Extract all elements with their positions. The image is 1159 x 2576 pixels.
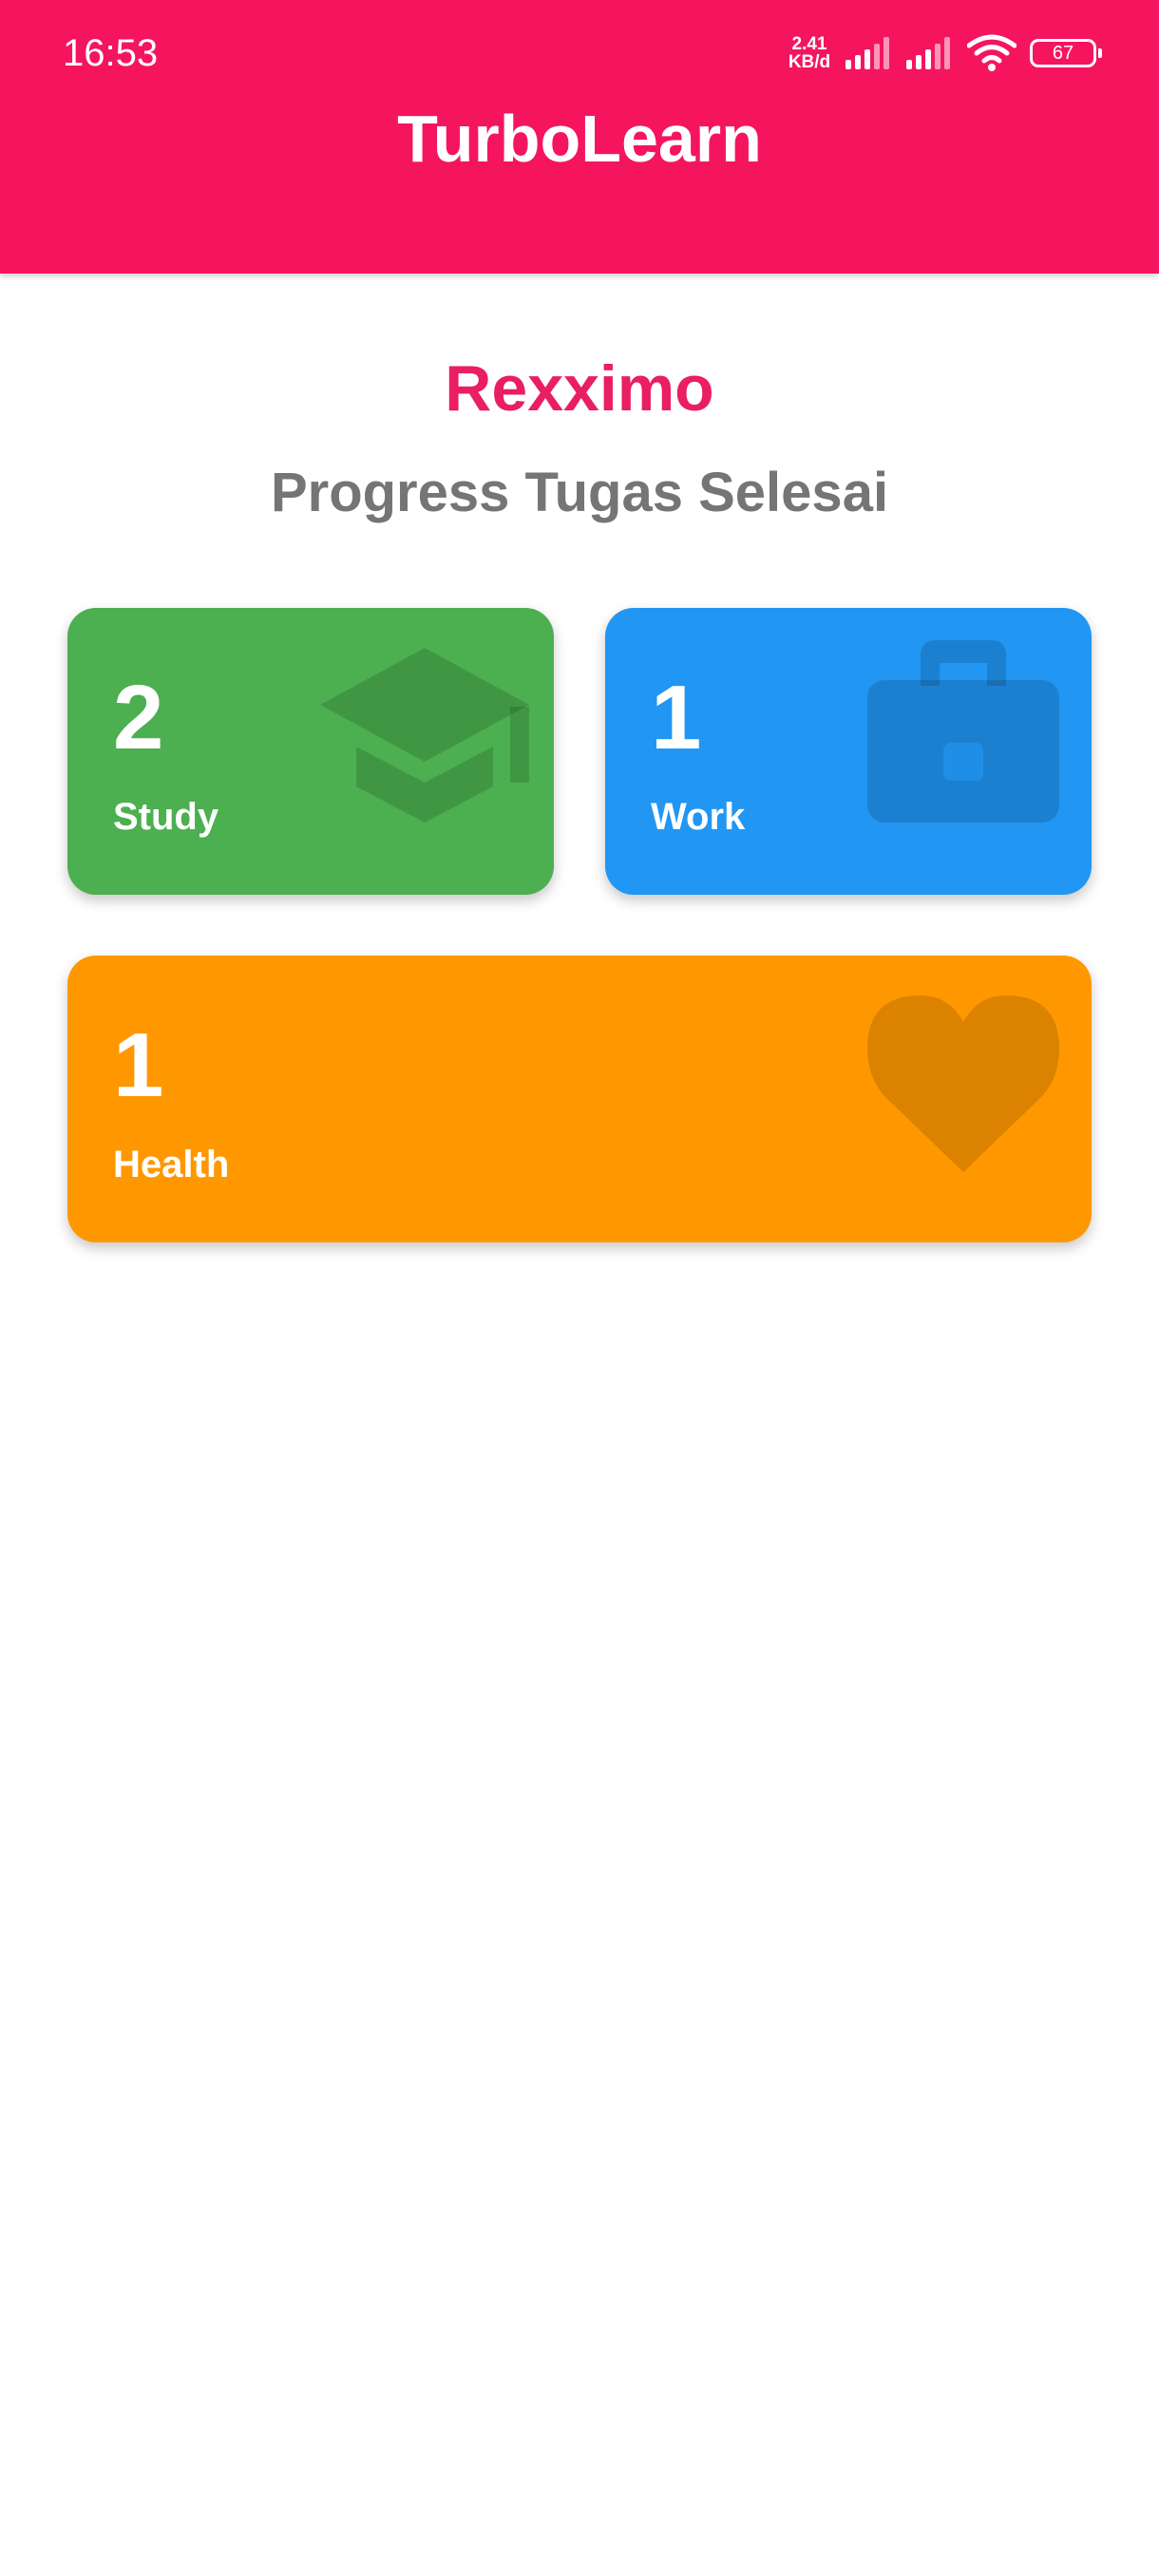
status-icons: 2.41 KB/d 67 — [787, 32, 1102, 74]
network-speed-value: 2.41 — [791, 34, 827, 54]
app-title: TurboLearn — [397, 102, 762, 176]
network-speed: 2.41 KB/d — [787, 35, 832, 71]
briefcase-icon — [867, 640, 1059, 823]
user-name: Rexximo — [445, 352, 714, 425]
category-card-health[interactable]: 1 Health — [67, 956, 1092, 1242]
signal-icon — [846, 37, 893, 69]
wifi-icon — [967, 34, 1016, 72]
network-speed-unit: KB/d — [788, 52, 831, 72]
category-label: Study — [113, 796, 219, 838]
category-count: 1 — [113, 1014, 164, 1116]
category-label: Work — [651, 796, 746, 838]
heart-icon — [867, 995, 1059, 1172]
category-card-study[interactable]: 2 Study — [67, 608, 554, 895]
graduation-cap-icon — [320, 648, 539, 823]
status-time: 16:53 — [63, 32, 159, 74]
category-card-work[interactable]: 1 Work — [605, 608, 1092, 895]
battery-icon: 67 — [1030, 39, 1102, 67]
app-bar: 16:53 2.41 KB/d 67 TurboLearn — [0, 0, 1159, 274]
category-label: Health — [113, 1144, 230, 1185]
category-count: 2 — [113, 667, 164, 768]
section-title: Progress Tugas Selesai — [270, 462, 889, 523]
signal-icon — [906, 37, 954, 69]
category-count: 1 — [651, 667, 702, 768]
